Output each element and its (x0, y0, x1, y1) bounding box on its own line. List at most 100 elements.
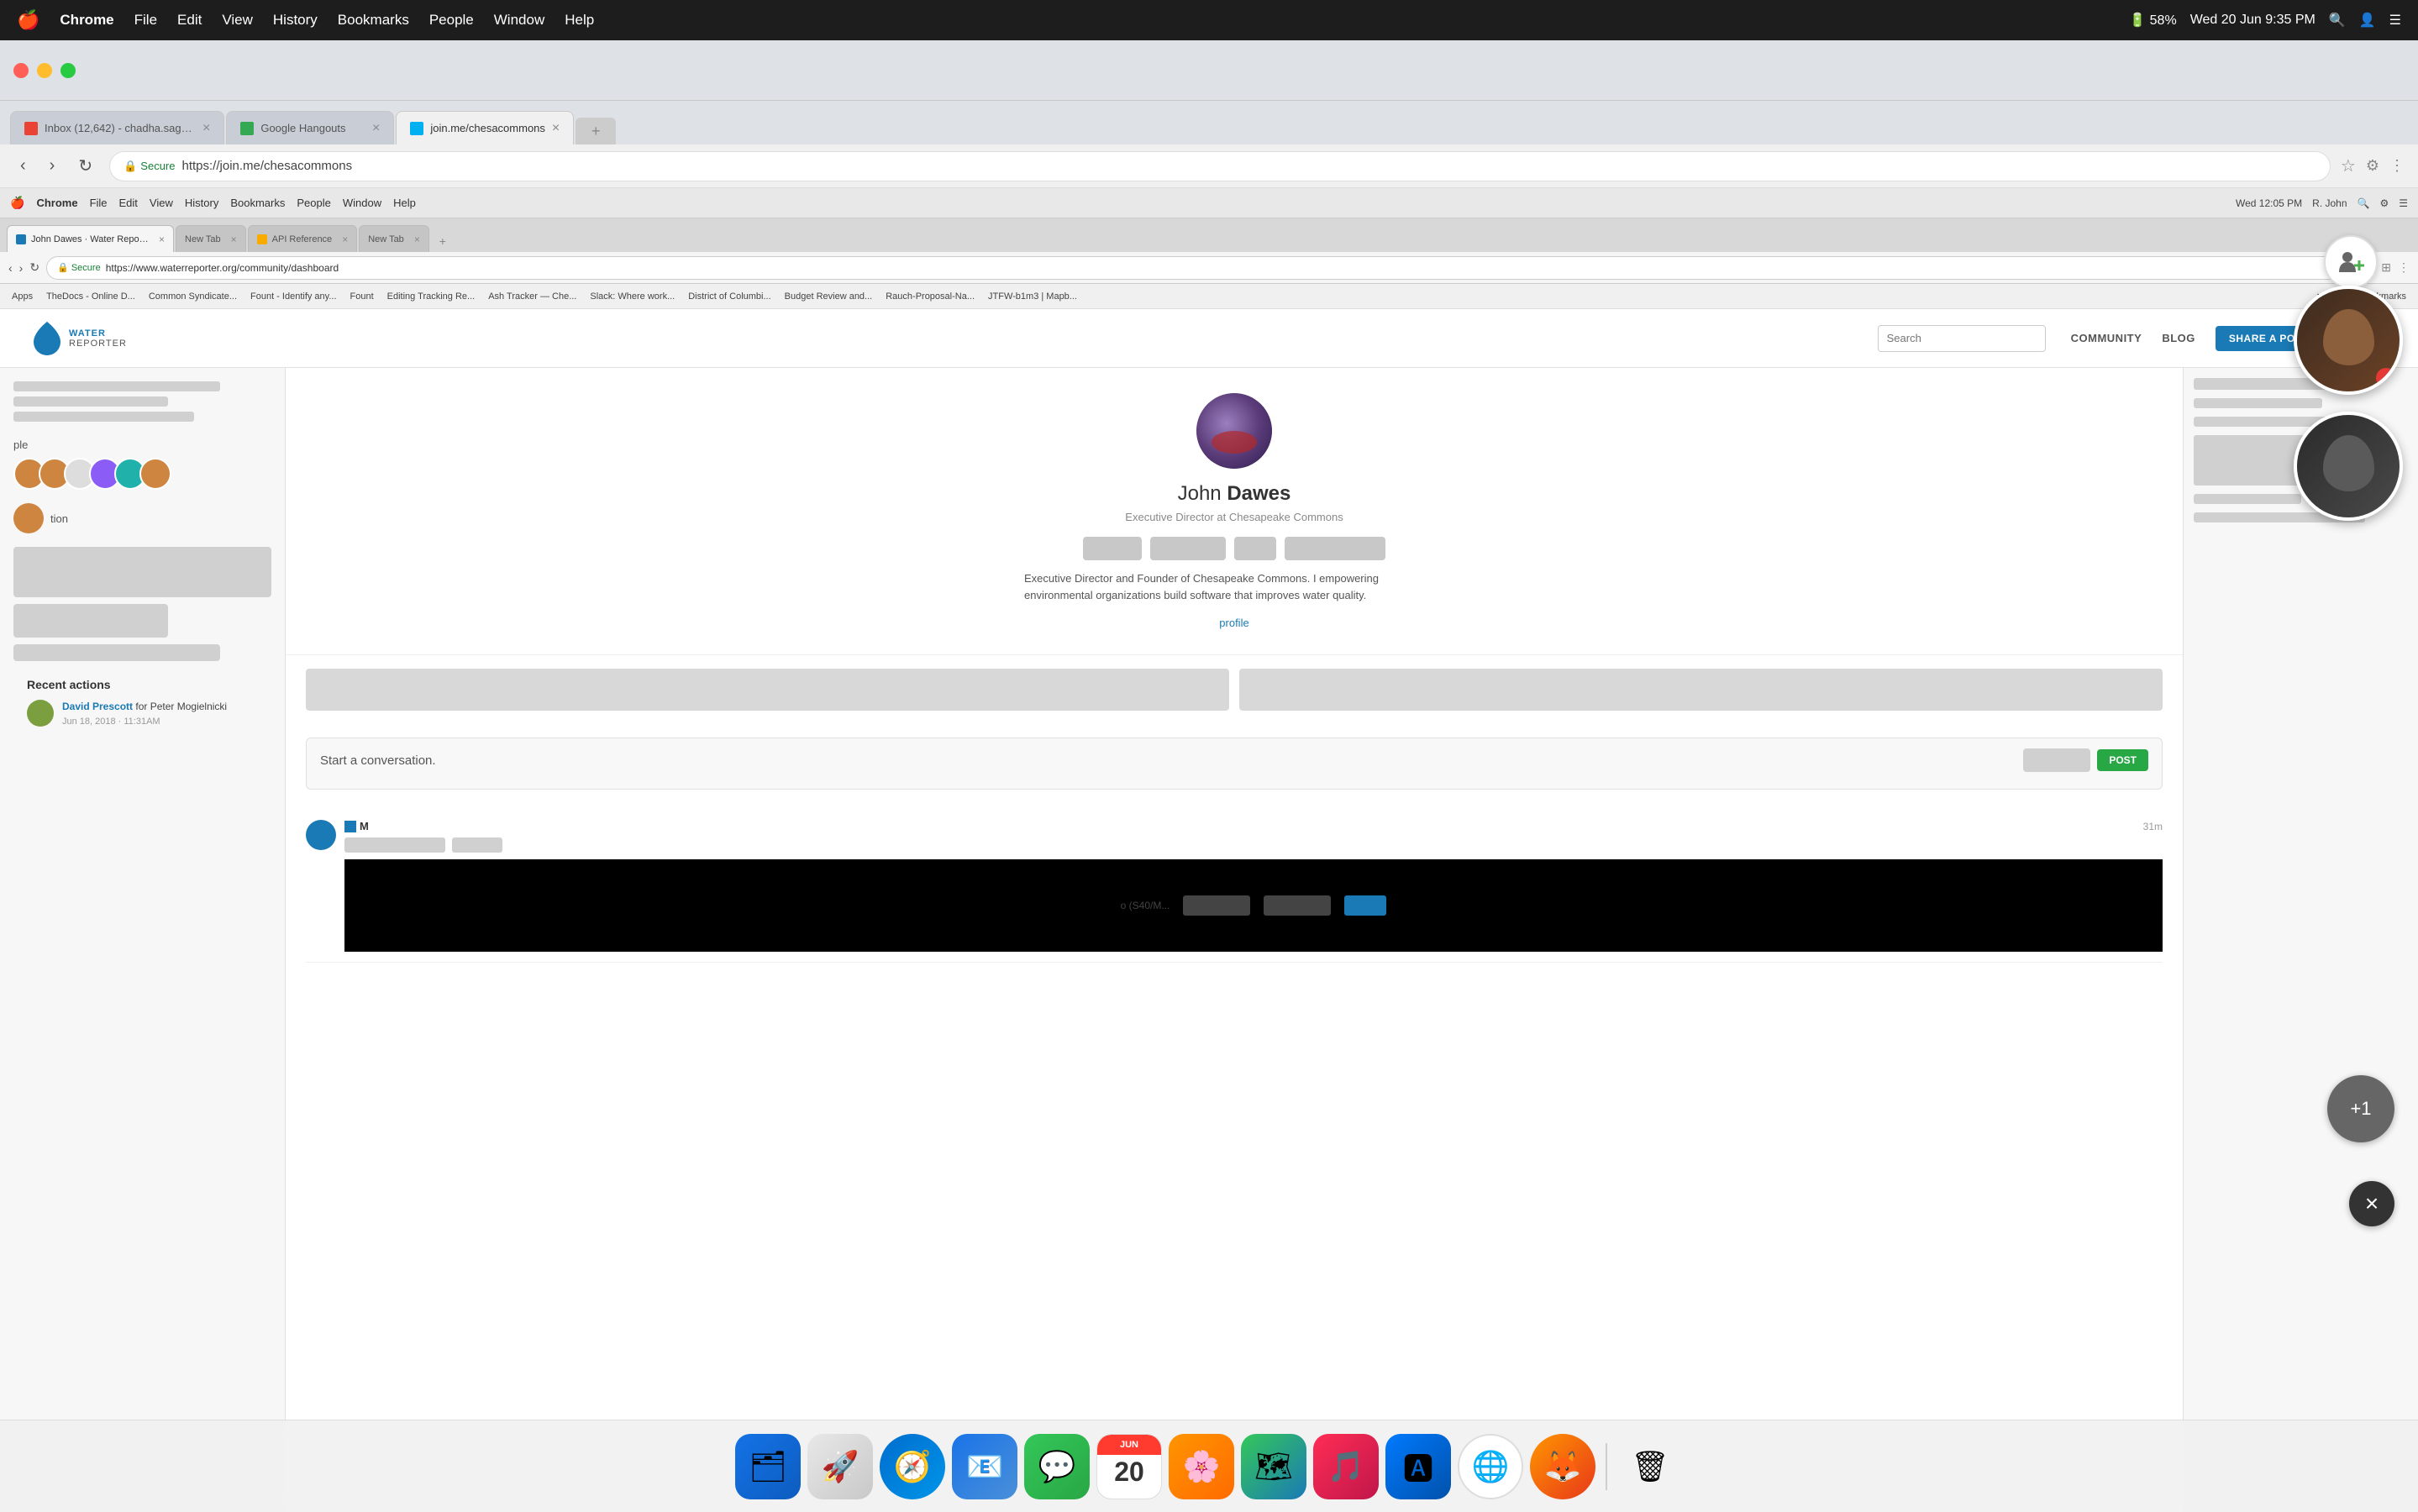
dock-firefox[interactable]: 🦊 (1530, 1434, 1595, 1499)
inner-search-icon[interactable]: 🔍 (2358, 197, 2370, 209)
person-avatar-6[interactable] (139, 458, 171, 490)
bookmark-budget[interactable]: Budget Review and... (781, 290, 876, 303)
search-input[interactable] (1878, 325, 2046, 352)
menu-dots-icon[interactable]: ⋮ (2389, 157, 2405, 175)
bookmark-ash[interactable]: Ash Tracker — Che... (485, 290, 580, 303)
dock-mail[interactable]: 📧 (952, 1434, 1017, 1499)
plus-participants-button[interactable]: +1 (2327, 1075, 2394, 1142)
wr-logo[interactable]: WATER REPORTER (34, 322, 127, 355)
close-inner-tab-wr[interactable]: × (159, 234, 165, 245)
dock-calendar[interactable]: JUN 20 (1096, 1434, 1162, 1499)
inner-menu-people[interactable]: People (297, 197, 330, 209)
bookmark-common[interactable]: Common Syndicate... (145, 290, 240, 303)
dock-chrome[interactable]: 🌐 (1458, 1434, 1523, 1499)
inner-tab-wr[interactable]: John Dawes · Water Reporter × (7, 225, 174, 252)
bookmark-apps[interactable]: Apps (8, 290, 36, 303)
inner-menu-help[interactable]: Help (393, 197, 416, 209)
profile-avatar[interactable] (1196, 393, 1272, 469)
bookmark-star-icon[interactable]: ☆ (2341, 155, 2356, 176)
participant-2[interactable] (2294, 412, 2403, 521)
bookmark-rauch[interactable]: Rauch-Proposal-Na... (882, 290, 978, 303)
menu-window[interactable]: Window (494, 12, 544, 29)
forward-button[interactable]: › (43, 153, 62, 179)
action-btn-3[interactable] (1234, 537, 1276, 560)
feed-user-avatar[interactable] (306, 820, 336, 850)
menu-people[interactable]: People (429, 12, 474, 29)
inner-menu-icon[interactable]: ☰ (2399, 197, 2408, 209)
dock-messages[interactable]: 💬 (1024, 1434, 1090, 1499)
new-tab-button[interactable]: + (576, 118, 616, 144)
add-person-button[interactable] (2324, 235, 2378, 289)
dock-finder[interactable]: 🗂 (735, 1434, 801, 1499)
minimize-window-button[interactable] (37, 63, 52, 78)
close-overlay-button[interactable]: × (2349, 1181, 2394, 1226)
close-inner-tab-newtab1[interactable]: × (231, 234, 237, 245)
close-tab-hangouts[interactable]: × (372, 121, 380, 136)
inner-reload-button[interactable]: ↻ (29, 260, 39, 275)
participant-1[interactable]: ⏺ (2294, 286, 2403, 395)
action-user-avatar[interactable] (27, 700, 54, 727)
reload-button[interactable]: ↻ (71, 152, 99, 180)
inner-extensions-icon[interactable]: ⊞ (2381, 260, 2391, 275)
inner-menu-history[interactable]: History (185, 197, 218, 209)
inner-new-tab-button[interactable]: + (431, 230, 455, 252)
view-profile-link[interactable]: profile (311, 617, 2158, 629)
dock-trash[interactable]: 🗑 (1617, 1434, 1683, 1499)
inner-tab-newtab1[interactable]: New Tab × (176, 225, 246, 252)
close-inner-tab-apiref[interactable]: × (342, 234, 348, 245)
inner-menu-view[interactable]: View (150, 197, 173, 209)
inner-forward-button[interactable]: › (19, 261, 24, 275)
apple-logo-icon[interactable]: 🍎 (17, 9, 39, 31)
action-btn-4[interactable] (1285, 537, 1385, 560)
maximize-window-button[interactable] (60, 63, 76, 78)
menu-history[interactable]: History (273, 12, 318, 29)
post-input-placeholder[interactable] (2023, 748, 2090, 772)
bookmark-dc[interactable]: District of Columbi... (685, 290, 774, 303)
tab-joinme[interactable]: join.me/chesacommons × (396, 111, 574, 144)
menu-bookmarks[interactable]: Bookmarks (338, 12, 409, 29)
bookmark-fount2[interactable]: Fount (347, 290, 377, 303)
menu-file[interactable]: File (134, 12, 157, 29)
dock-safari[interactable]: 🧭 (880, 1434, 945, 1499)
menu-view[interactable]: View (222, 12, 253, 29)
inner-settings-icon[interactable]: ⚙ (2379, 197, 2389, 209)
bookmark-editing[interactable]: Editing Tracking Re... (384, 290, 479, 303)
dock-music[interactable]: 🎵 (1313, 1434, 1379, 1499)
inner-tab-apiref[interactable]: API Reference × (248, 225, 358, 252)
action-btn-2[interactable] (1150, 537, 1226, 560)
feed-image[interactable]: o (S40/M... (344, 859, 2163, 952)
inner-apple-icon[interactable]: 🍎 (10, 196, 24, 210)
inner-address-bar-input[interactable]: 🔒 Secure https://www.waterreporter.org/c… (46, 256, 2358, 280)
inner-menu-chrome[interactable]: Chrome (36, 197, 77, 209)
nav-community[interactable]: COMMUNITY (2071, 332, 2142, 344)
menu-chrome[interactable]: Chrome (60, 12, 113, 29)
menu-edit[interactable]: Edit (177, 12, 202, 29)
bookmark-jtfw[interactable]: JTFW-b1m3 | Mapb... (985, 290, 1080, 303)
bookmark-thedocs[interactable]: TheDocs - Online D... (43, 290, 139, 303)
close-tab-joinme[interactable]: × (552, 121, 560, 136)
extensions-icon[interactable]: ⚙ (2366, 157, 2379, 175)
inner-back-button[interactable]: ‹ (8, 261, 13, 275)
search-icon[interactable]: 🔍 (2329, 12, 2346, 29)
inner-menu-bookmarks[interactable]: Bookmarks (230, 197, 285, 209)
dock-launchpad[interactable]: 🚀 (807, 1434, 873, 1499)
menu-help[interactable]: Help (565, 12, 594, 29)
action-user-link[interactable]: David Prescott (62, 701, 133, 712)
bookmark-slack[interactable]: Slack: Where work... (586, 290, 678, 303)
dock-photos[interactable]: 🌸 (1169, 1434, 1234, 1499)
close-tab-gmail[interactable]: × (202, 121, 210, 136)
nav-blog[interactable]: BLOG (2162, 332, 2195, 344)
menu-icon[interactable]: ☰ (2389, 12, 2401, 29)
dock-maps[interactable]: 🗺 (1241, 1434, 1306, 1499)
close-inner-tab-newtab2[interactable]: × (414, 234, 420, 245)
bookmark-fount1[interactable]: Fount - Identify any... (247, 290, 340, 303)
user-avatar-icon[interactable]: 👤 (2359, 12, 2376, 29)
inner-menu-file[interactable]: File (90, 197, 108, 209)
inner-menu-dots-icon[interactable]: ⋮ (2398, 260, 2410, 275)
inner-menu-edit[interactable]: Edit (119, 197, 138, 209)
address-bar[interactable]: 🔒 Secure https://join.me/chesacommons (109, 151, 2331, 181)
back-button[interactable]: ‹ (13, 153, 33, 179)
tab-gmail[interactable]: Inbox (12,642) - chadha.saga... × (10, 111, 224, 144)
tab-hangouts[interactable]: Google Hangouts × (226, 111, 394, 144)
inner-tab-newtab2[interactable]: New Tab × (359, 225, 429, 252)
